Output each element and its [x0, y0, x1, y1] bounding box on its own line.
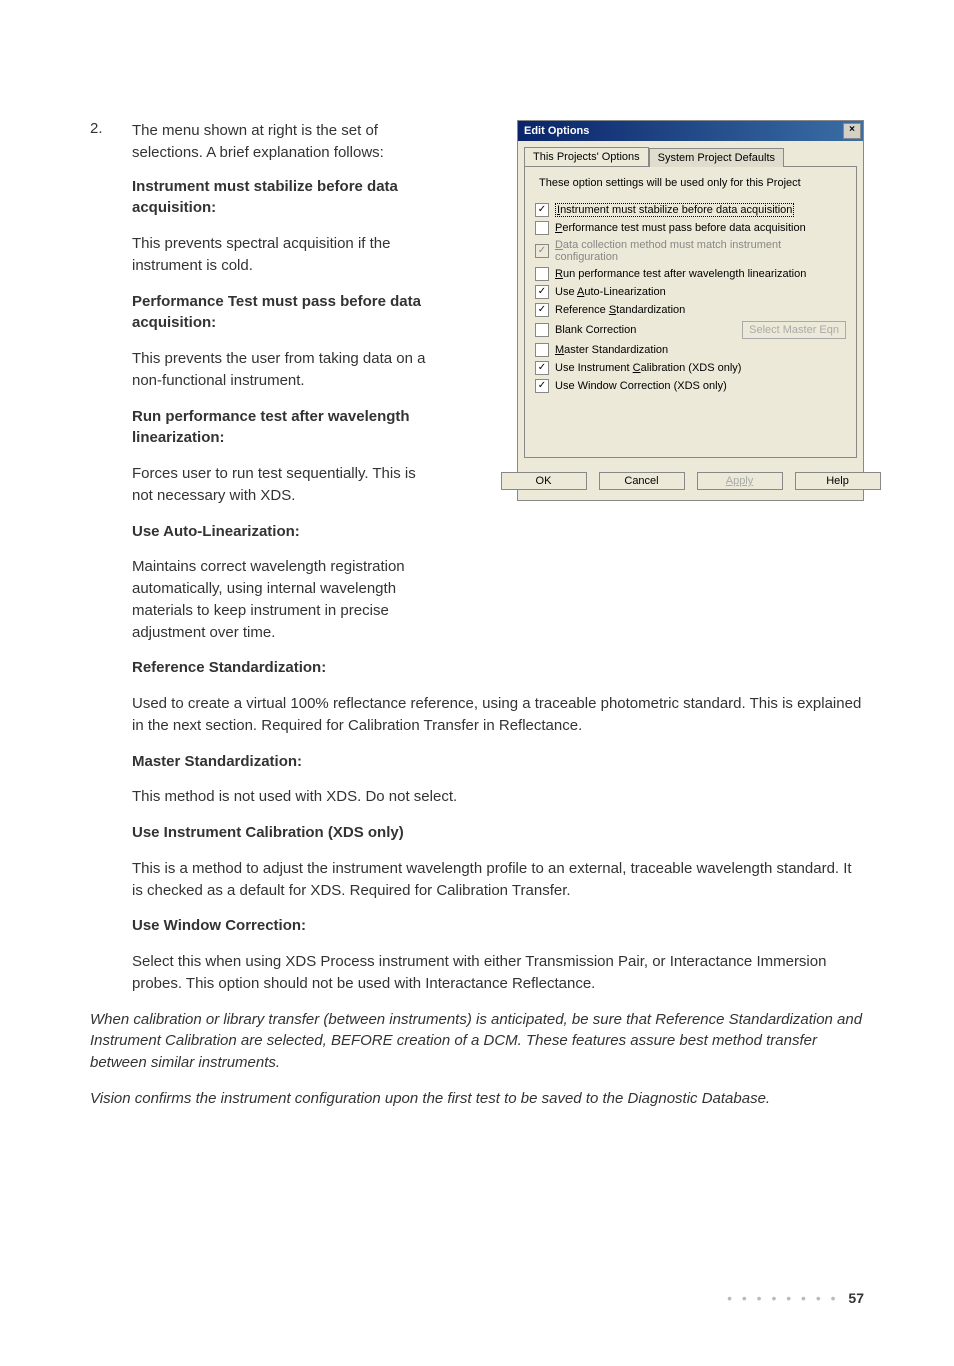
- para-master-std: This method is not used with XDS. Do not…: [132, 786, 864, 808]
- note-confirm: Vision confirms the instrument configura…: [90, 1088, 864, 1110]
- dialog-titlebar: Edit Options ×: [518, 121, 863, 141]
- select-master-eqn-button: Select Master Eqn: [742, 321, 846, 339]
- dialog-tabs: This Projects' Options System Project De…: [518, 141, 863, 166]
- dialog-title: Edit Options: [524, 125, 589, 137]
- checkbox[interactable]: ✓: [535, 203, 549, 217]
- option-row: ✓ Reference Standardization: [535, 303, 846, 317]
- checkbox-label: Data collection method must match instru…: [555, 239, 846, 263]
- heading-ref-std: Reference Standardization:: [132, 657, 864, 679]
- page-number: 57: [848, 1290, 864, 1306]
- checkbox[interactable]: ✓: [535, 285, 549, 299]
- heading-run-after: Run performance test after wavelength li…: [132, 406, 430, 450]
- checkbox-label: Use Window Correction (XDS only): [555, 380, 727, 392]
- checkbox-label: Blank Correction: [555, 324, 636, 336]
- heading-auto-lin: Use Auto-Linearization:: [132, 521, 430, 543]
- para-inst-cal: This is a method to adjust the instrumen…: [132, 858, 864, 902]
- note-transfer: When calibration or library transfer (be…: [90, 1009, 864, 1074]
- option-row: ✓ Use Window Correction (XDS only): [535, 379, 846, 393]
- checkbox[interactable]: ✓: [535, 361, 549, 375]
- checkbox-label: Run performance test after wavelength li…: [555, 268, 806, 280]
- heading-stabilize: Instrument must stabilize before data ac…: [132, 176, 430, 220]
- dialog-button-row: OK Cancel Apply Help: [518, 464, 863, 500]
- para-ref-std: Used to create a virtual 100% reflectanc…: [132, 693, 864, 737]
- tab-this-project[interactable]: This Projects' Options: [524, 147, 649, 166]
- page-footer: • • • • • • • • 57: [90, 1290, 864, 1306]
- heading-win-corr: Use Window Correction:: [132, 915, 864, 937]
- para-stabilize: This prevents spectral acquisition if th…: [132, 233, 430, 277]
- help-button[interactable]: Help: [795, 472, 881, 490]
- option-row: ✓ Use Instrument Calibration (XDS only): [535, 361, 846, 375]
- para-run-after: Forces user to run test sequentially. Th…: [132, 463, 430, 507]
- list-item: 2. The menu shown at right is the set of…: [90, 120, 430, 164]
- option-row: Performance test must pass before data a…: [535, 221, 846, 235]
- list-intro: The menu shown at right is the set of se…: [132, 120, 430, 164]
- checkbox-label: Reference Standardization: [555, 304, 685, 316]
- option-row: Run performance test after wavelength li…: [535, 267, 846, 281]
- checkbox-label: Use Auto-Linearization: [555, 286, 666, 298]
- cancel-button[interactable]: Cancel: [599, 472, 685, 490]
- ok-button[interactable]: OK: [501, 472, 587, 490]
- checkbox-label: Use Instrument Calibration (XDS only): [555, 362, 741, 374]
- apply-button[interactable]: Apply: [697, 472, 783, 490]
- tab-system-defaults[interactable]: System Project Defaults: [649, 148, 784, 167]
- checkbox[interactable]: [535, 343, 549, 357]
- checkbox-label: Master Standardization: [555, 344, 668, 356]
- option-row: ✓ Use Auto-Linearization: [535, 285, 846, 299]
- heading-perf-test: Performance Test must pass before data a…: [132, 291, 430, 335]
- option-row: ✓ Data collection method must match instr…: [535, 239, 846, 263]
- checkbox[interactable]: [535, 323, 549, 337]
- heading-master-std: Master Standardization:: [132, 751, 864, 773]
- list-number: 2.: [90, 120, 132, 164]
- checkbox-label: Instrument must stabilize before data ac…: [555, 204, 794, 216]
- option-row: Master Standardization: [535, 343, 846, 357]
- checkbox[interactable]: ✓: [535, 303, 549, 317]
- panel-note: These option settings will be used only …: [539, 177, 846, 189]
- para-win-corr: Select this when using XDS Process instr…: [132, 951, 864, 995]
- tab-panel: These option settings will be used only …: [524, 166, 857, 458]
- checkbox[interactable]: ✓: [535, 379, 549, 393]
- para-perf-test: This prevents the user from taking data …: [132, 348, 430, 392]
- option-row: ✓ Instrument must stabilize before data a…: [535, 203, 846, 217]
- close-icon[interactable]: ×: [843, 123, 861, 139]
- checkbox: ✓: [535, 244, 549, 258]
- checkbox-label: Performance test must pass before data a…: [555, 222, 806, 234]
- para-auto-lin: Maintains correct wavelength registratio…: [132, 556, 430, 643]
- checkbox[interactable]: [535, 267, 549, 281]
- checkbox[interactable]: [535, 221, 549, 235]
- heading-inst-cal: Use Instrument Calibration (XDS only): [132, 822, 864, 844]
- footer-dots: • • • • • • • •: [727, 1290, 838, 1306]
- edit-options-dialog: Edit Options × This Projects' Options Sy…: [517, 120, 864, 501]
- option-row: Blank Correction Select Master Eqn: [535, 321, 846, 339]
